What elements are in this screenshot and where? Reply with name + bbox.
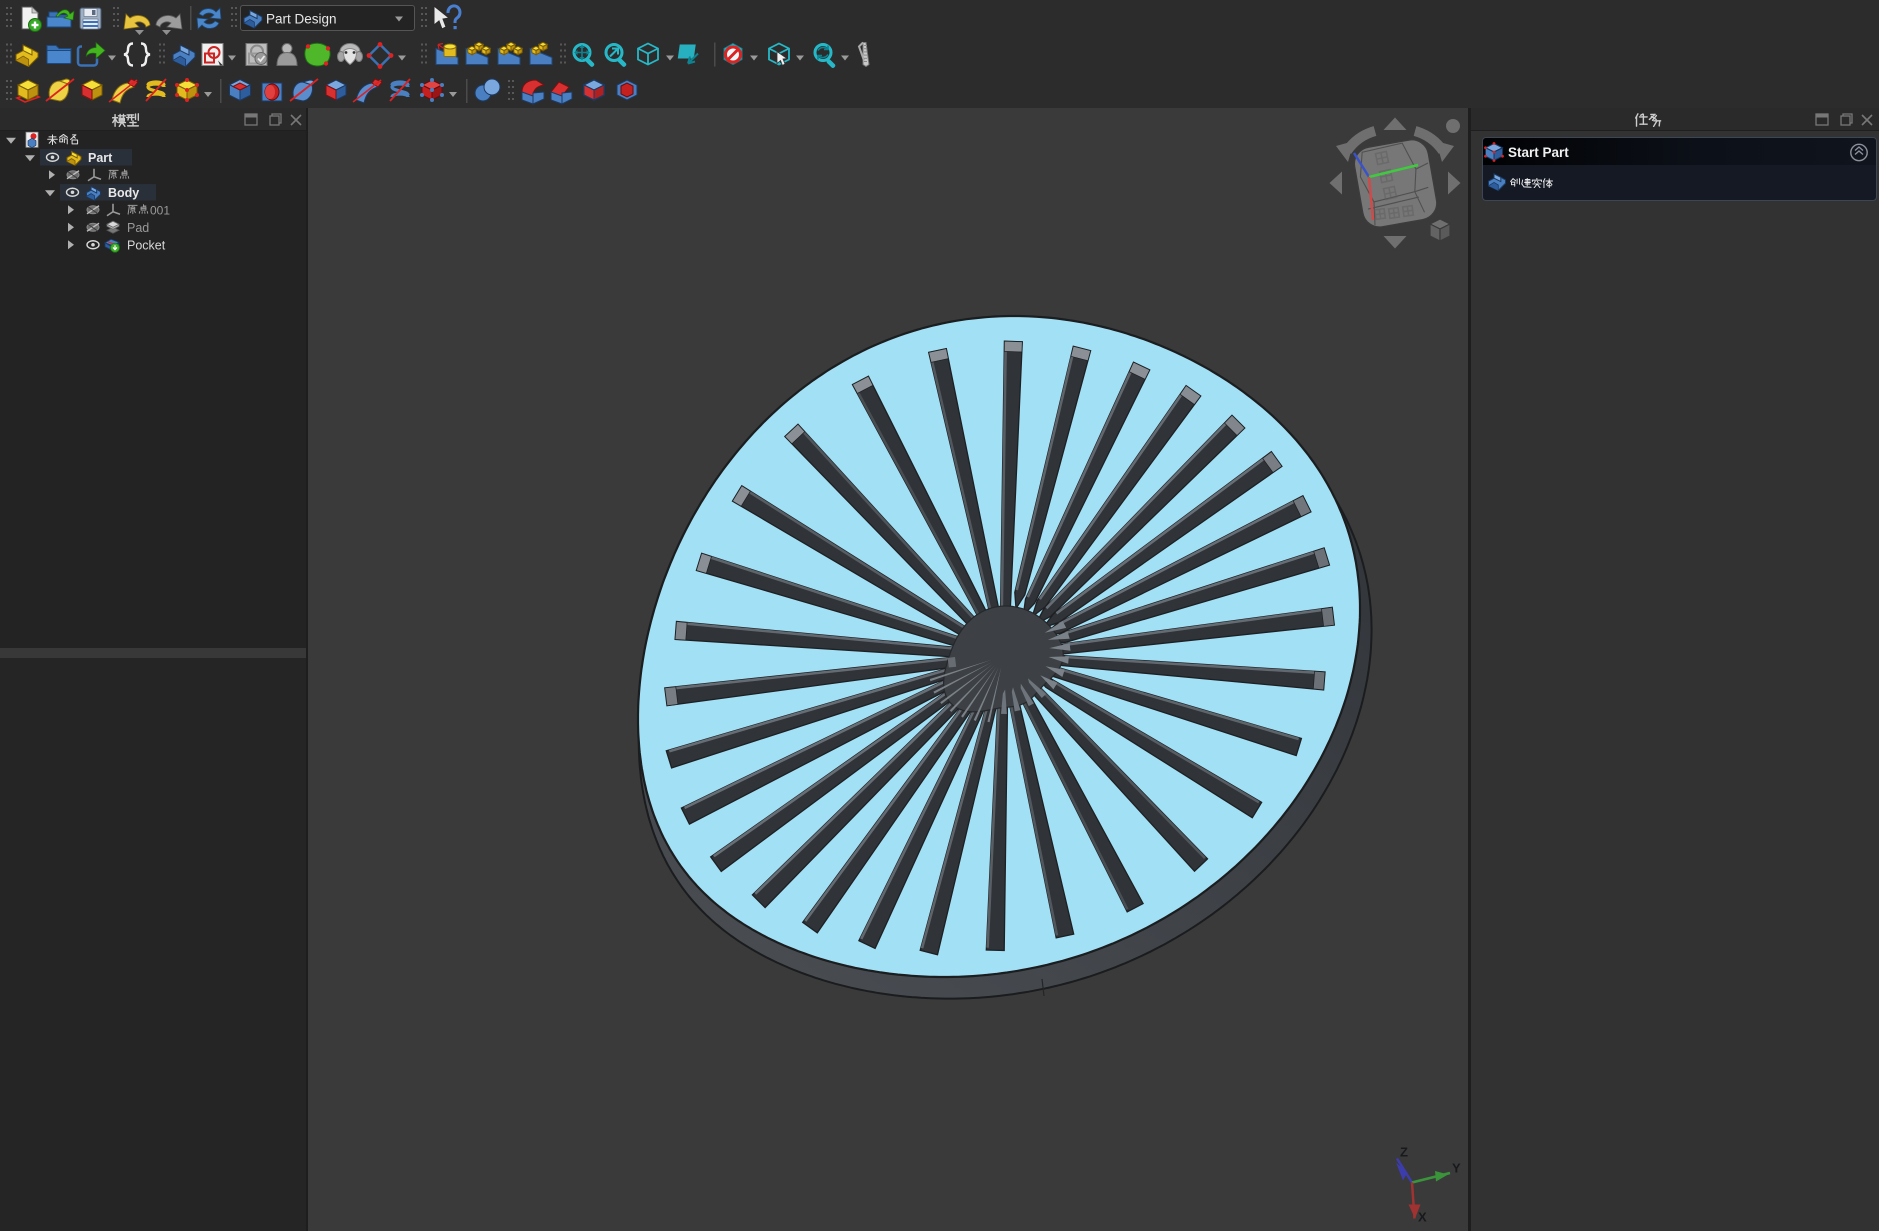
svg-text:Y: Y: [1452, 1161, 1461, 1176]
svg-text:Part Design: Part Design: [266, 12, 337, 27]
svg-text:Body: Body: [108, 186, 139, 200]
svg-text:001: 001: [150, 203, 170, 217]
svg-text:X: X: [1418, 1210, 1427, 1225]
svg-text:Start Part: Start Part: [1508, 145, 1569, 160]
svg-text:Pocket: Pocket: [127, 238, 166, 252]
svg-text:Pad: Pad: [127, 221, 149, 235]
svg-text:Z: Z: [1400, 1145, 1408, 1160]
svg-text:Part: Part: [88, 151, 113, 165]
